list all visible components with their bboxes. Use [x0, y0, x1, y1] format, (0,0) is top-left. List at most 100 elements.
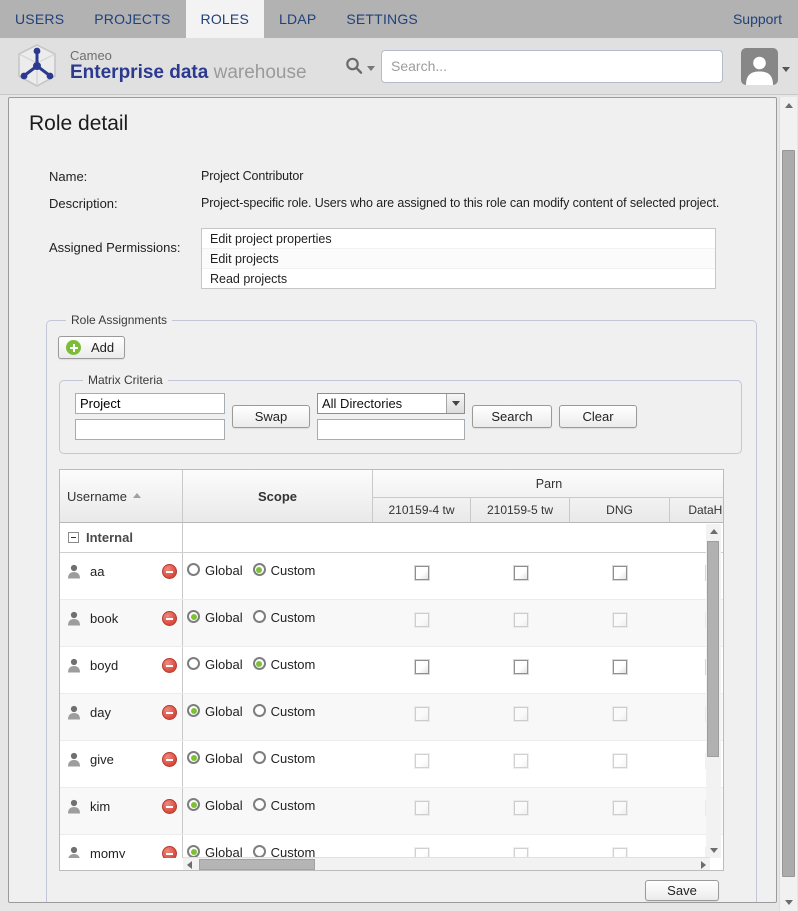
project-1-checkbox[interactable]: [415, 754, 429, 768]
project-3-checkbox[interactable]: [613, 754, 627, 768]
remove-assignment-icon[interactable]: [162, 846, 177, 858]
clear-button-label: Clear: [582, 409, 613, 424]
project-checkbox-cell: [570, 788, 670, 834]
global-radio[interactable]: [187, 751, 200, 764]
column-header-project-1[interactable]: 210159-4 tw: [373, 498, 471, 522]
project-1-checkbox[interactable]: [415, 613, 429, 627]
add-button[interactable]: Add: [58, 336, 125, 359]
user-icon: [66, 610, 82, 632]
custom-radio[interactable]: [253, 704, 266, 717]
search-input[interactable]: [381, 50, 723, 83]
horizontal-scroll-thumb[interactable]: [199, 859, 315, 870]
project-checkbox-cell: [570, 647, 670, 693]
sort-ascending-icon: [133, 493, 141, 498]
custom-radio[interactable]: [253, 610, 266, 623]
custom-radio[interactable]: [253, 657, 266, 670]
search-scope-caret-icon[interactable]: [367, 66, 375, 71]
assigned-permissions-list[interactable]: Edit project properties Edit projects Re…: [201, 228, 716, 289]
remove-assignment-icon[interactable]: [162, 611, 177, 626]
column-header-project-2[interactable]: 210159-5 tw: [471, 498, 570, 522]
directory-select[interactable]: All Directories: [317, 393, 465, 414]
custom-radio-label: Custom: [271, 563, 316, 578]
global-radio[interactable]: [187, 704, 200, 717]
permissions-label: Assigned Permissions:: [49, 228, 201, 255]
user-avatar-icon[interactable]: [741, 48, 778, 85]
global-radio[interactable]: [187, 610, 200, 623]
vertical-scroll-thumb[interactable]: [707, 541, 719, 757]
remove-assignment-icon[interactable]: [162, 752, 177, 767]
project-3-checkbox[interactable]: [613, 707, 627, 721]
group-row-label: Internal: [86, 530, 133, 545]
row-filter-input[interactable]: [75, 419, 225, 440]
remove-assignment-icon[interactable]: [162, 799, 177, 814]
clear-button[interactable]: Clear: [559, 405, 637, 428]
add-button-label: Add: [91, 340, 114, 355]
remove-assignment-icon[interactable]: [162, 658, 177, 673]
scroll-up-icon[interactable]: [706, 524, 721, 539]
project-1-checkbox[interactable]: [415, 566, 429, 580]
project-3-checkbox[interactable]: [613, 613, 627, 627]
permission-item[interactable]: Edit project properties: [202, 229, 715, 249]
remove-assignment-icon[interactable]: [162, 564, 177, 579]
page-scroll-up-icon[interactable]: [780, 97, 798, 114]
nav-item-label: ROLES: [201, 11, 249, 27]
column-label: 210159-4 tw: [388, 503, 454, 517]
column-header-scope[interactable]: Scope: [183, 470, 373, 522]
nav-item-support[interactable]: Support: [717, 0, 798, 38]
page-vertical-scrollbar[interactable]: [779, 97, 797, 911]
role-assignments-legend: Role Assignments: [66, 313, 172, 327]
global-radio[interactable]: [187, 657, 200, 670]
page-scroll-thumb[interactable]: [782, 150, 795, 877]
nav-item-ldap[interactable]: LDAP: [264, 0, 331, 38]
remove-assignment-icon[interactable]: [162, 705, 177, 720]
username-label: book: [90, 610, 118, 626]
custom-radio[interactable]: [253, 751, 266, 764]
nav-item-roles[interactable]: ROLES: [186, 0, 264, 38]
project-2-checkbox[interactable]: [514, 613, 528, 627]
permission-item[interactable]: Edit projects: [202, 249, 715, 269]
save-button[interactable]: Save: [645, 880, 719, 901]
permission-item[interactable]: Read projects: [202, 269, 715, 289]
scope-cell: Global Custom: [183, 835, 373, 858]
search-button[interactable]: Search: [472, 405, 552, 428]
table-horizontal-scrollbar[interactable]: [183, 857, 710, 870]
collapse-group-icon[interactable]: [68, 532, 79, 543]
page-scroll-down-icon[interactable]: [780, 894, 798, 911]
column-header-project-4[interactable]: DataHub: [670, 498, 724, 522]
column-filter-input[interactable]: [317, 419, 465, 440]
project-2-checkbox[interactable]: [514, 566, 528, 580]
search-zone: [344, 50, 723, 83]
column-header-project-3[interactable]: DNG: [570, 498, 670, 522]
search-icon[interactable]: [344, 56, 364, 76]
project-1-checkbox[interactable]: [415, 660, 429, 674]
row-type-input[interactable]: [75, 393, 225, 414]
nav-item-settings[interactable]: SETTINGS: [331, 0, 433, 38]
project-3-checkbox[interactable]: [613, 660, 627, 674]
project-1-checkbox[interactable]: [415, 801, 429, 815]
project-1-checkbox[interactable]: [415, 707, 429, 721]
username-cell: momy: [60, 835, 183, 858]
avatar-menu-caret-icon[interactable]: [782, 67, 790, 72]
username-cell: aa: [60, 553, 183, 599]
nav-item-users[interactable]: USERS: [0, 0, 79, 38]
custom-radio[interactable]: [253, 798, 266, 811]
column-header-username[interactable]: Username: [60, 470, 183, 522]
project-2-checkbox[interactable]: [514, 801, 528, 815]
scope-cell: Global Custom: [183, 553, 373, 599]
scroll-right-icon[interactable]: [697, 858, 710, 871]
global-radio[interactable]: [187, 798, 200, 811]
project-2-checkbox[interactable]: [514, 754, 528, 768]
scroll-down-icon[interactable]: [706, 843, 721, 858]
nav-item-projects[interactable]: PROJECTS: [79, 0, 185, 38]
role-assignments-fieldset: Role Assignments Add Matrix Criteria Swa…: [46, 313, 757, 903]
select-dropdown-icon[interactable]: [446, 394, 464, 413]
scroll-left-icon[interactable]: [183, 858, 196, 871]
global-radio[interactable]: [187, 563, 200, 576]
project-3-checkbox[interactable]: [613, 801, 627, 815]
project-2-checkbox[interactable]: [514, 707, 528, 721]
project-3-checkbox[interactable]: [613, 566, 627, 580]
swap-button[interactable]: Swap: [232, 405, 310, 428]
table-vertical-scrollbar[interactable]: [706, 524, 721, 858]
custom-radio[interactable]: [253, 563, 266, 576]
project-2-checkbox[interactable]: [514, 660, 528, 674]
